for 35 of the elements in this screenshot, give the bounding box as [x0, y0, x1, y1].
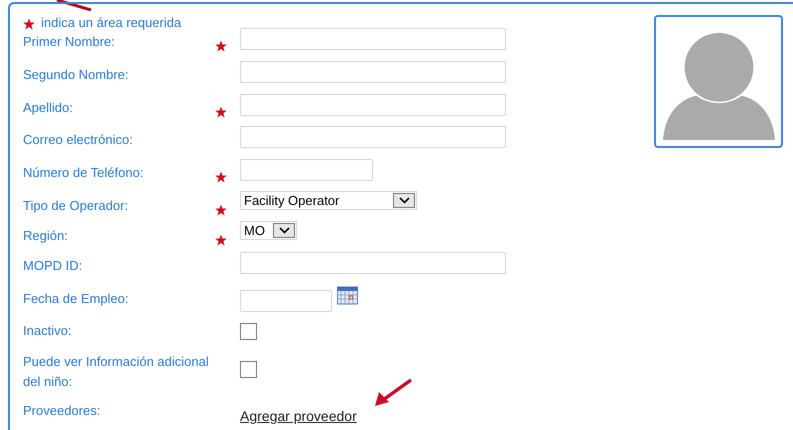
- dropdown-button[interactable]: [393, 193, 415, 208]
- text-field[interactable]: [240, 28, 506, 50]
- select-field[interactable]: MO: [240, 220, 297, 240]
- date-field[interactable]: [240, 290, 332, 312]
- select-value: MO: [244, 224, 265, 237]
- field-label: Fecha de Empleo:: [23, 290, 130, 308]
- dropdown-button[interactable]: [273, 222, 295, 238]
- required-note: indica un área requerida: [41, 14, 182, 32]
- field-label: Puede ver Información adicional del niño:: [23, 353, 210, 392]
- add-provider-link[interactable]: Agregar proveedor: [240, 408, 357, 424]
- text-field[interactable]: [240, 159, 373, 182]
- chevron-down-icon: [398, 197, 410, 204]
- select-field[interactable]: Facility Operator: [240, 191, 417, 210]
- text-field[interactable]: [240, 94, 506, 116]
- chevron-down-icon: [278, 226, 290, 234]
- select-value: Facility Operator: [244, 194, 340, 208]
- annotation-line-icon: [56, 0, 92, 11]
- field-label: Número de Teléfono:: [23, 164, 144, 182]
- field-label: Tipo de Operador:: [23, 197, 130, 216]
- field-label: Región:: [23, 226, 69, 245]
- field-label: Inactivo:: [23, 322, 72, 340]
- field-label: Proveedores:: [23, 402, 102, 420]
- field-label: Correo electrónico:: [23, 131, 134, 150]
- required-star-icon: [23, 18, 35, 30]
- field-label: Primer Nombre:: [23, 32, 116, 51]
- field-label: Apellido:: [23, 98, 74, 117]
- text-field[interactable]: [240, 60, 506, 83]
- text-field[interactable]: [240, 252, 506, 274]
- field-label: Segundo Nombre:: [23, 66, 130, 84]
- checkbox[interactable]: [240, 361, 257, 378]
- text-field[interactable]: [240, 126, 506, 148]
- annotation-arrow-icon: [373, 378, 413, 408]
- checkbox[interactable]: [240, 322, 257, 340]
- calendar-icon[interactable]: [337, 286, 358, 305]
- field-label: MOPD ID:: [23, 256, 84, 275]
